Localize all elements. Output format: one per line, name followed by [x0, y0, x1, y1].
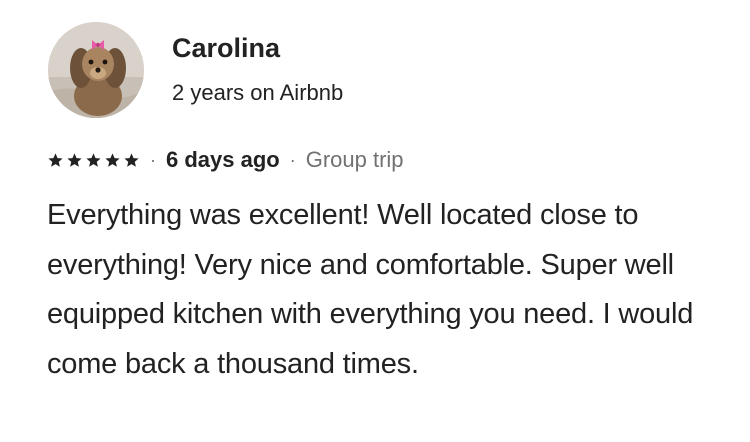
review-card: Carolina 2 years on Airbnb · 6 days ago … — [0, 0, 750, 442]
star-icon — [104, 152, 121, 169]
star-icon — [85, 152, 102, 169]
meta-separator: · — [150, 149, 156, 170]
star-rating — [47, 152, 140, 169]
meta-separator: · — [289, 149, 296, 170]
reviewer-avatar[interactable] — [48, 22, 144, 118]
dog-photo-icon — [48, 22, 144, 118]
reviewer-name[interactable]: Carolina — [172, 33, 280, 64]
reviewer-tenure: 2 years on Airbnb — [172, 80, 344, 105]
review-meta: · 6 days ago · Group trip — [47, 145, 404, 175]
star-icon — [123, 152, 140, 169]
trip-type: Group trip — [305, 147, 404, 172]
star-icon — [47, 152, 64, 169]
star-icon — [66, 152, 83, 169]
review-text: Everything was excellent! Well located c… — [47, 199, 694, 380]
review-date: 6 days ago — [166, 147, 280, 172]
